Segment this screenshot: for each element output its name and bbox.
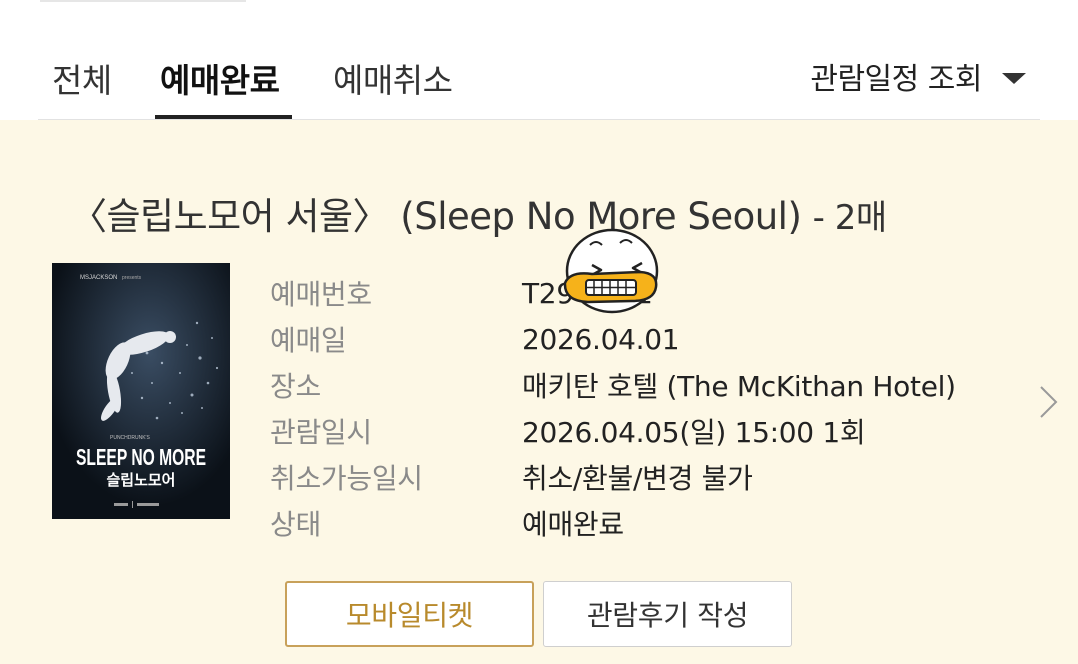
- cancel-deadline-value: 취소/환불/변경 불가: [522, 462, 753, 495]
- show-title: 〈슬립노모어 서울〉 (Sleep No More Seoul): [70, 195, 802, 238]
- detail-row-show-datetime: 관람일시 2026.04.05(일) 15:00 1회: [270, 408, 956, 454]
- booking-card[interactable]: 〈슬립노모어 서울〉 (Sleep No More Seoul) - 2매 MS…: [0, 120, 1078, 664]
- poster-punchdrunk: PUNCHDRUNK'S: [110, 435, 151, 441]
- ticket-quantity: - 2매: [812, 198, 888, 238]
- booking-date-value: 2026.04.01: [522, 322, 680, 356]
- caret-down-icon: [1002, 72, 1026, 84]
- status-label: 상태: [270, 508, 321, 541]
- venue-label: 장소: [270, 370, 321, 403]
- show-datetime-value: 2026.04.05(일) 15:00 1회: [522, 416, 866, 449]
- cancel-deadline-label: 취소가능일시: [270, 462, 423, 495]
- poster-presenter: MSJACKSON: [80, 275, 117, 281]
- schedule-filter-dropdown[interactable]: 관람일정 조회: [810, 54, 1026, 98]
- booking-title: 〈슬립노모어 서울〉 (Sleep No More Seoul) - 2매: [70, 186, 887, 240]
- status-value: 예매완료: [522, 508, 624, 541]
- schedule-filter-label: 관람일정 조회: [810, 62, 982, 97]
- tab-booking-complete[interactable]: 예매완료: [160, 54, 280, 102]
- poster-title-en: SLEEP NO MORE: [76, 444, 206, 470]
- mobile-ticket-button[interactable]: 모바일티켓: [285, 581, 534, 647]
- poster-title-ko: 슬립노모어: [106, 471, 175, 489]
- show-poster[interactable]: MSJACKSON presents PUNCHDRUNK'S SLEEP NO…: [52, 263, 230, 519]
- tab-all[interactable]: 전체: [52, 54, 112, 102]
- tab-bar: 전체 예매완료 예매취소 관람일정 조회: [0, 0, 1078, 120]
- booking-date-label: 예매일: [270, 324, 347, 357]
- chevron-right-icon[interactable]: [1038, 384, 1060, 420]
- booking-number-label: 예매번호: [270, 278, 372, 311]
- venue-value: 매키탄 호텔 (The McKithan Hotel): [522, 370, 956, 403]
- detail-row-status: 상태 예매완료: [270, 500, 956, 546]
- laughing-duck-sticker: [563, 228, 659, 314]
- poster-presents: presents: [122, 275, 142, 281]
- detail-row-cancel-deadline: 취소가능일시 취소/환불/변경 불가: [270, 454, 956, 500]
- tab-booking-cancelled[interactable]: 예매취소: [333, 54, 453, 102]
- show-datetime-label: 관람일시: [270, 416, 372, 449]
- detail-row-venue: 장소 매키탄 호텔 (The McKithan Hotel): [270, 362, 956, 408]
- detail-row-booking-date: 예매일 2026.04.01: [270, 316, 956, 362]
- write-review-button[interactable]: 관람후기 작성: [543, 581, 792, 647]
